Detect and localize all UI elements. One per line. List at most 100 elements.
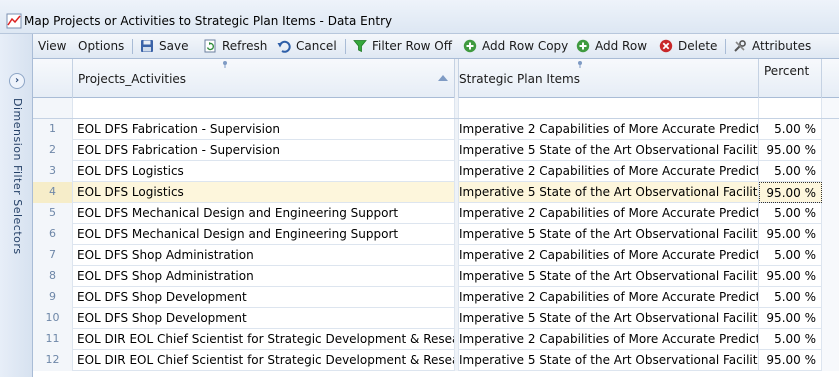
percent-cell[interactable]: 95.00 % <box>759 224 822 245</box>
filter-row <box>33 98 839 119</box>
table-row[interactable]: 3 EOL DFS Logistics Imperative 2 Capabilit… <box>33 161 839 182</box>
project-cell[interactable]: EOL DFS Logistics <box>73 182 455 203</box>
row-filler <box>822 182 839 203</box>
pin-icon[interactable] <box>222 61 228 68</box>
project-cell[interactable]: EOL DFS Fabrication - Supervision <box>73 119 455 140</box>
plan-item-cell[interactable]: Imperative 5 State of the Art Observatio… <box>459 350 759 371</box>
project-cell[interactable]: EOL DFS Shop Development <box>73 287 455 308</box>
percent-cell[interactable]: 95.00 % <box>759 350 822 371</box>
plan-item-cell[interactable]: Imperative 5 State of the Art Observatio… <box>459 266 759 287</box>
chart-icon <box>6 13 22 29</box>
attributes-button[interactable]: Attributes <box>733 34 811 59</box>
percent-cell[interactable]: 95.00 % <box>759 266 822 287</box>
table-row[interactable]: 8 EOL DFS Shop Administration Imperative 5… <box>33 266 839 287</box>
plan-items-column-header[interactable]: Strategic Plan Items <box>459 59 759 98</box>
percent-filter-input[interactable] <box>759 98 822 118</box>
percent-cell[interactable]: 95.00 % <box>759 308 822 329</box>
project-cell[interactable]: EOL DFS Logistics <box>73 161 455 182</box>
percent-cell[interactable]: 95.00 % <box>759 182 822 203</box>
project-cell[interactable]: EOL DFS Mechanical Design and Engineerin… <box>73 224 455 245</box>
sort-ascending-icon[interactable] <box>438 75 448 81</box>
save-button[interactable]: Save <box>140 34 188 59</box>
plan-item-cell[interactable]: Imperative 2 Capabilities of More Accura… <box>459 119 759 140</box>
row-number: 7 <box>33 245 73 266</box>
add-row-button[interactable]: Add Row <box>576 34 647 59</box>
table-row[interactable]: 9 EOL DFS Shop Development Imperative 2 Ca… <box>33 287 839 308</box>
cancel-button[interactable]: Cancel <box>277 34 337 59</box>
plan-items-filter-input[interactable] <box>459 98 759 118</box>
table-row[interactable]: 11 EOL DIR EOL Chief Scientist for Strate… <box>33 329 839 350</box>
plan-item-cell[interactable]: Imperative 2 Capabilities of More Accura… <box>459 203 759 224</box>
delete-circle-icon <box>659 39 673 53</box>
row-number: 9 <box>33 287 73 308</box>
add-circle-icon <box>463 39 477 53</box>
project-cell[interactable]: EOL DFS Fabrication - Supervision <box>73 140 455 161</box>
percent-cell[interactable]: 5.00 % <box>759 119 822 140</box>
row-number: 5 <box>33 203 73 224</box>
row-filler <box>822 245 839 266</box>
percent-cell[interactable]: 5.00 % <box>759 287 822 308</box>
projects-column-label: Projects_Activities <box>78 72 187 86</box>
options-label: Options <box>78 39 125 53</box>
project-cell[interactable]: EOL DIR EOL Chief Scientist for Strategi… <box>73 350 455 371</box>
plan-item-cell[interactable]: Imperative 5 State of the Art Observatio… <box>459 182 759 203</box>
toolbar-divider <box>725 39 726 54</box>
plan-item-cell[interactable]: Imperative 2 Capabilities of More Accura… <box>459 287 759 308</box>
table-row[interactable]: 12 EOL DIR EOL Chief Scientist for Strate… <box>33 350 839 371</box>
plan-item-cell[interactable]: Imperative 5 State of the Art Observatio… <box>459 308 759 329</box>
row-number: 1 <box>33 119 73 140</box>
projects-column-header[interactable]: Projects_Activities <box>73 59 455 98</box>
filter-row-off-button[interactable]: Filter Row Off <box>353 34 452 59</box>
table-row[interactable]: 4 EOL DFS Logistics Imperative 5 State of … <box>33 182 839 203</box>
plan-item-cell[interactable]: Imperative 5 State of the Art Observatio… <box>459 140 759 161</box>
row-number: 6 <box>33 224 73 245</box>
percent-column-label: Percent <box>764 64 810 78</box>
add-row-copy-button[interactable]: Add Row Copy <box>463 34 568 59</box>
expand-panel-button[interactable]: › <box>9 73 25 89</box>
plan-item-cell[interactable]: Imperative 5 State of the Art Observatio… <box>459 224 759 245</box>
plan-item-cell[interactable]: Imperative 2 Capabilities of More Accura… <box>459 161 759 182</box>
table-row[interactable]: 2 EOL DFS Fabrication - Supervision Impera… <box>33 140 839 161</box>
cancel-label: Cancel <box>296 39 337 53</box>
grid-header: Projects_Activities Strategic Plan Items… <box>33 59 839 98</box>
options-menu[interactable]: Options <box>78 34 124 59</box>
project-cell[interactable]: EOL DFS Shop Administration <box>73 266 455 287</box>
table-row[interactable]: 6 EOL DFS Mechanical Design and Engineeri… <box>33 224 839 245</box>
row-number: 8 <box>33 266 73 287</box>
row-number: 2 <box>33 140 73 161</box>
table-row[interactable]: 7 EOL DFS Shop Administration Imperative 2… <box>33 245 839 266</box>
add-row-label: Add Row <box>595 39 648 53</box>
table-row[interactable]: 10 EOL DFS Shop Development Imperative 5 S… <box>33 308 839 329</box>
percent-cell[interactable]: 5.00 % <box>759 245 822 266</box>
refresh-button[interactable]: Refresh <box>203 34 267 59</box>
project-cell[interactable]: EOL DFS Mechanical Design and Engineerin… <box>73 203 455 224</box>
project-cell[interactable]: EOL DFS Shop Development <box>73 308 455 329</box>
refresh-label: Refresh <box>222 39 268 53</box>
percent-cell[interactable]: 5.00 % <box>759 161 822 182</box>
table-row[interactable]: 5 EOL DFS Mechanical Design and Engineeri… <box>33 203 839 224</box>
row-filler <box>822 140 839 161</box>
project-cell[interactable]: EOL DFS Shop Administration <box>73 245 455 266</box>
toolbar-divider <box>132 39 133 54</box>
window-title: Map Projects or Activities to Strategic … <box>24 14 393 28</box>
percent-cell[interactable]: 5.00 % <box>759 203 822 224</box>
project-cell[interactable]: EOL DIR EOL Chief Scientist for Strategi… <box>73 329 455 350</box>
percent-cell[interactable]: 5.00 % <box>759 329 822 350</box>
row-filler <box>822 224 839 245</box>
percent-column-header[interactable]: Percent <box>759 59 822 98</box>
row-number: 4 <box>33 182 73 203</box>
percent-cell[interactable]: 95.00 % <box>759 140 822 161</box>
dimension-filter-panel[interactable]: › Dimension Filter Selectors <box>0 34 33 377</box>
row-filler <box>822 161 839 182</box>
view-label: View <box>38 39 67 53</box>
save-label: Save <box>159 39 189 53</box>
projects-filter-input[interactable] <box>73 98 455 118</box>
plan-item-cell[interactable]: Imperative 2 Capabilities of More Accura… <box>459 329 759 350</box>
dimension-filter-label[interactable]: Dimension Filter Selectors <box>10 98 24 255</box>
view-menu[interactable]: View <box>38 34 66 59</box>
header-filler <box>822 59 839 98</box>
table-row[interactable]: 1 EOL DFS Fabrication - Supervision Impera… <box>33 119 839 140</box>
pin-icon[interactable] <box>577 61 583 68</box>
delete-button[interactable]: Delete <box>659 34 717 59</box>
plan-item-cell[interactable]: Imperative 2 Capabilities of More Accura… <box>459 245 759 266</box>
